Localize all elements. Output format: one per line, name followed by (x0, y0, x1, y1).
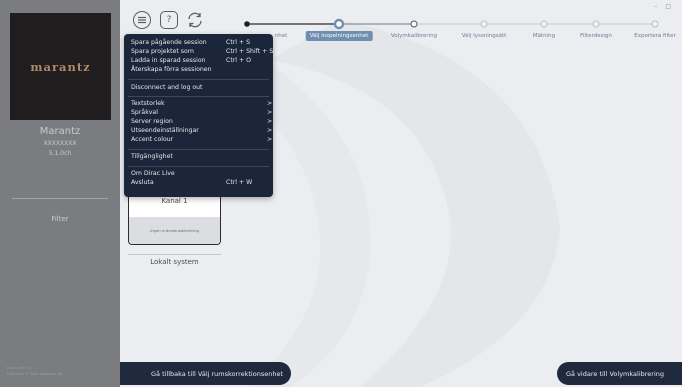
menu-item-label: Språkval (131, 109, 158, 116)
sidebar-filter-label[interactable]: Filter (0, 215, 120, 223)
step-label-export-filter[interactable]: Exportera filter (634, 33, 676, 39)
menu-separator (128, 149, 269, 150)
device-config: 5.1.0ch (48, 150, 72, 157)
step-dot-future (592, 20, 600, 28)
menu-item-text-size[interactable]: Textstorlek > (131, 100, 273, 107)
menu-item-language[interactable]: Språkval > (131, 109, 273, 116)
version-text: Dirac Live 3.x (7, 366, 31, 370)
main-menu-dropdown: Spara pågående session Ctrl + S Spara pr… (124, 34, 273, 197)
menu-item-load-session[interactable]: Ladda in sparad session Ctrl + O (131, 57, 271, 64)
step-dot-active (333, 18, 345, 30)
menu-item-about[interactable]: Om Dirac Live (131, 170, 271, 177)
step-label-volume-calibration[interactable]: Volymkalibrering (391, 33, 437, 39)
local-system-label: Lokalt system (150, 258, 199, 266)
menu-item-label: Disconnect and log out (131, 84, 203, 91)
submenu-arrow-icon: > (267, 118, 273, 125)
menu-item-shortcut: Ctrl + O (226, 57, 251, 64)
menu-item-shortcut: Ctrl + Shift + S (226, 48, 274, 55)
card-title: Kanal 1 (161, 197, 188, 205)
menu-separator (128, 96, 269, 97)
local-system-divider (128, 254, 221, 255)
menu-item-label: Avsluta (131, 179, 154, 186)
menu-item-disconnect[interactable]: Disconnect and log out (131, 84, 271, 91)
sidebar-divider (12, 198, 108, 199)
menu-item-label: Utseendeinställningar (131, 127, 199, 134)
menu-item-restore-session[interactable]: Återskapa förra sessionen (131, 66, 271, 73)
copyright-text: Copyright © Dirac Research AB (7, 372, 63, 376)
submenu-arrow-icon: > (267, 127, 273, 134)
menu-item-label: Tillgänglighet (131, 153, 173, 160)
step-dot-done (244, 21, 250, 27)
step-dot-future (651, 20, 659, 28)
menu-item-quit[interactable]: Avsluta Ctrl + W (131, 179, 271, 186)
submenu-arrow-icon: > (267, 100, 273, 107)
step-dot-future (540, 20, 548, 28)
menu-item-label: Server region (131, 118, 173, 125)
step-label-select-device[interactable]: nhet (275, 33, 288, 39)
next-button[interactable]: Gå vidare till Volymkalibrering (557, 362, 682, 385)
menu-item-label: Återskapa förra sessionen (131, 66, 212, 73)
refresh-icon[interactable] (186, 11, 204, 29)
device-name: Marantz (39, 126, 81, 137)
card-calibration-status: Ingen mikrofonkalibrering (129, 217, 220, 244)
submenu-arrow-icon: > (267, 109, 273, 116)
submenu-arrow-icon: > (267, 136, 273, 143)
back-button[interactable]: Gå tillbaka till Välj rumskorrektionsenh… (120, 362, 291, 385)
menu-item-label: Textstorlek (131, 100, 165, 107)
menu-item-appearance[interactable]: Utseendeinställningar > (131, 127, 273, 134)
menu-separator (128, 79, 269, 80)
menu-item-accent-colour[interactable]: Accent colour > (131, 136, 273, 143)
menu-separator (128, 166, 269, 167)
menu-item-save-session[interactable]: Spara pågående session Ctrl + S (131, 39, 271, 46)
menu-item-shortcut: Ctrl + S (226, 39, 251, 46)
logo-text: marantz (30, 59, 91, 74)
step-dot-future (480, 20, 488, 28)
window-controls[interactable]: – □ (654, 3, 674, 10)
device-serial: XXXXXXXX (43, 140, 77, 147)
step-dot-next (410, 20, 418, 28)
menu-item-shortcut: Ctrl + W (226, 179, 253, 186)
menu-item-save-project-as[interactable]: Spara projektet som Ctrl + Shift + S (131, 48, 274, 55)
step-label-listening-mode[interactable]: Välj lyssningsätt (462, 33, 507, 39)
menu-item-label: Spara pågående session (131, 39, 207, 46)
menu-item-label: Om Dirac Live (131, 170, 175, 177)
menu-item-accessibility[interactable]: Tillgänglighet (131, 153, 271, 160)
help-icon[interactable]: ? (160, 11, 178, 29)
step-label-select-recording[interactable]: Välj inspelningsenhet (305, 31, 373, 41)
menu-item-label: Spara projektet som (131, 48, 194, 55)
step-label-filter-design[interactable]: Filterdesign (580, 33, 612, 39)
menu-item-server-region[interactable]: Server region > (131, 118, 273, 125)
sidebar: marantz Marantz XXXXXXXX 5.1.0ch Filter … (0, 0, 120, 387)
step-label-measurement[interactable]: Mätning (533, 33, 555, 39)
menu-item-label: Ladda in sparad session (131, 57, 206, 64)
menu-icon[interactable] (133, 11, 151, 29)
menu-item-label: Accent colour (131, 136, 174, 143)
